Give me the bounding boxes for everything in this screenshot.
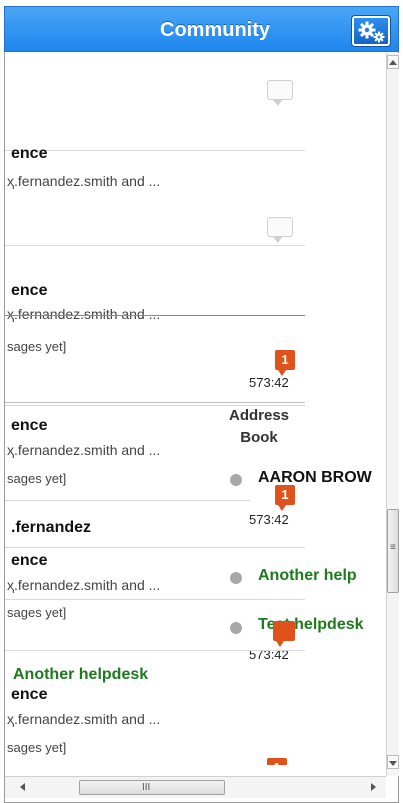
contact-name: Another help: [258, 567, 357, 584]
conversation-participants: ҳ.fernandez.smith and ...: [7, 306, 161, 322]
divider: [5, 500, 250, 501]
horizontal-scrollbar[interactable]: III: [5, 776, 386, 798]
conversation-title: ence: [11, 686, 48, 703]
divider: [5, 599, 305, 600]
settings-button[interactable]: [352, 16, 390, 46]
scroll-left-button[interactable]: [15, 779, 31, 795]
address-book-title: Address Book: [228, 407, 290, 446]
scroll-up-button[interactable]: [387, 55, 399, 69]
conversation-participants: ҳ.fernandez.smith and ...: [7, 173, 161, 189]
conversation-last-message: sages yet]: [7, 605, 67, 620]
gears-icon: [358, 21, 385, 43]
scroll-thumb[interactable]: ≡: [387, 509, 399, 593]
conversation-time: 573:42: [249, 375, 289, 390]
arrow-left-icon: [20, 783, 25, 791]
arrow-right-icon: [371, 783, 376, 791]
unread-badge: [273, 621, 295, 647]
divider: [5, 245, 305, 246]
chat-bubble-icon[interactable]: [267, 80, 293, 106]
conversation-title: ence: [11, 145, 48, 162]
conversation-last-message: sages yet]: [7, 740, 67, 755]
conversation-time: 573:42: [249, 512, 289, 527]
conversation-group-name: Another helpdesk: [13, 666, 149, 683]
unread-badge: 1: [275, 350, 295, 376]
conversation-last-message: sages yet]: [7, 339, 67, 354]
scroll-down-button[interactable]: [387, 755, 399, 769]
conversation-title: .fernandez: [11, 519, 92, 536]
conversation-title: ence: [11, 552, 48, 569]
app-header: Community: [4, 6, 399, 52]
divider: [5, 402, 305, 403]
scroll-right-button[interactable]: [365, 779, 381, 795]
conversation-participants: ҳ.fernandez.smith and ...: [7, 711, 161, 727]
conversation-participants: ҳ.fernandez.smith and ...: [7, 577, 161, 593]
conversation-list: ence ҳ.fernandez.smith and ... ence ҳ.fe…: [5, 53, 386, 765]
unread-badge: 1: [275, 485, 295, 511]
chat-bubble-icon[interactable]: [267, 217, 293, 243]
conversation-participants: ҳ.fernandez.smith and ...: [7, 442, 161, 458]
conversation-title: ence: [11, 282, 48, 299]
divider: [5, 150, 305, 151]
conversation-last-message: sages yet]: [7, 471, 67, 486]
conversation-title: ence: [11, 417, 48, 434]
arrow-down-icon: [389, 761, 397, 766]
arrow-up-icon: [389, 60, 397, 65]
page-title: Community: [160, 19, 270, 41]
vertical-scrollbar[interactable]: ≡: [386, 53, 399, 776]
divider: [5, 650, 305, 651]
scroll-thumb[interactable]: III: [79, 780, 225, 795]
unread-badge: 1: [267, 758, 287, 765]
divider: [5, 315, 305, 316]
status-dot: [230, 474, 242, 486]
status-dot: [230, 622, 242, 634]
status-dot: [230, 572, 242, 584]
divider: [5, 547, 305, 548]
contact-name: AARON BROW: [258, 469, 372, 486]
